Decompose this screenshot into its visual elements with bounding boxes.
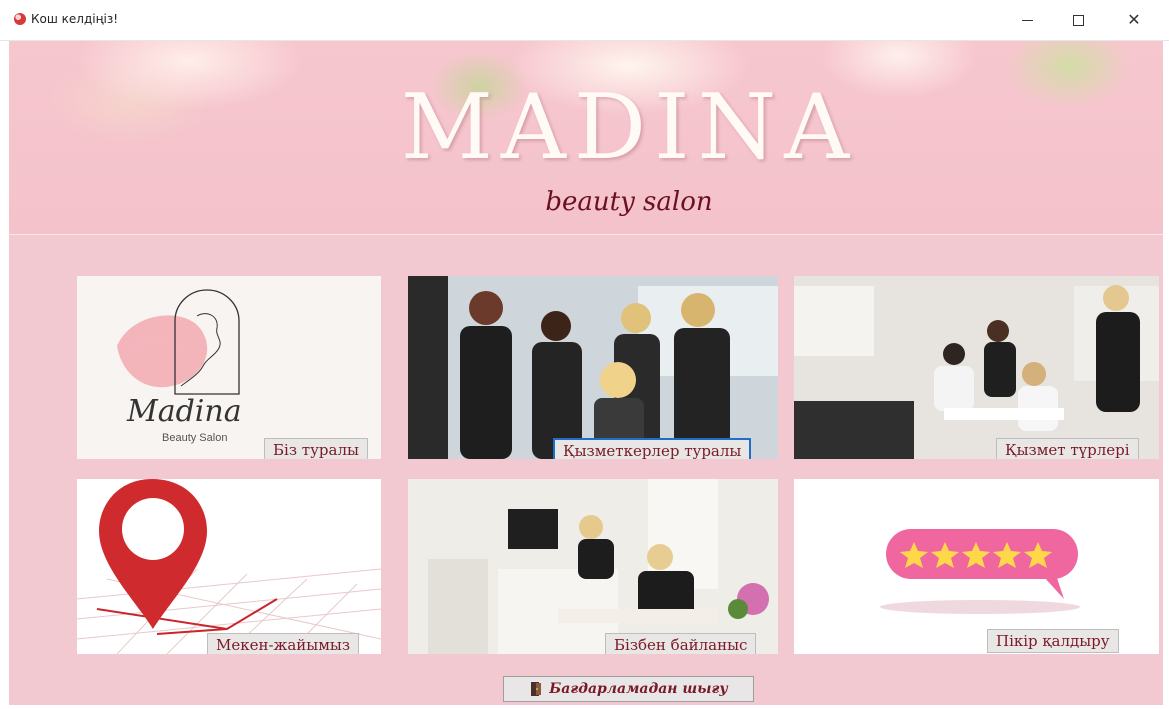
services-photo (794, 276, 1159, 459)
map-pin-image (77, 479, 381, 654)
logo-caption: Beauty Salon (162, 432, 227, 444)
staff-tile[interactable]: Қызметкерлер туралы (408, 276, 778, 459)
logo-image: Madina Beauty Salon (117, 289, 242, 444)
review-stars-image (794, 479, 1159, 654)
maximize-button[interactable] (1055, 6, 1101, 34)
app-icon (14, 13, 26, 25)
exit-label: Бағдарламадан шығу (549, 681, 728, 697)
minimize-icon (1021, 19, 1033, 21)
close-icon: ✕ (1127, 10, 1141, 29)
contact-tile[interactable]: Бізбен байланыс (408, 479, 778, 654)
exit-door-icon (531, 682, 542, 696)
window-title: Кош келдіңіз! (31, 12, 119, 26)
brand-tagline: beauty salon (545, 187, 713, 217)
contact-label[interactable]: Бізбен байланыс (605, 633, 757, 654)
services-label[interactable]: Қызмет түрлері (996, 438, 1139, 459)
maximize-icon (1072, 14, 1084, 26)
brand-title: MADINA (400, 75, 858, 180)
reception-photo (408, 479, 778, 654)
logo-script: Madina (126, 394, 242, 429)
exit-button[interactable]: Бағдарламадан шығу (503, 676, 754, 702)
about-label[interactable]: Біз туралы (264, 438, 368, 459)
banner-divider (9, 234, 1163, 235)
main-window: MADINA beauty salon Madina Beauty Salon … (9, 41, 1163, 705)
review-label[interactable]: Пікір қалдыру (987, 629, 1119, 653)
about-tile[interactable]: Madina Beauty Salon Біз туралы (77, 276, 381, 459)
review-tile[interactable]: Пікір қалдыру (794, 479, 1159, 654)
title-bar: Кош келдіңіз! ✕ (0, 0, 1169, 41)
services-tile[interactable]: Қызмет түрлері (794, 276, 1159, 459)
address-tile[interactable]: Мекен-жайымыз (77, 479, 381, 654)
staff-photo (408, 276, 778, 459)
header-banner: MADINA beauty salon (9, 41, 1163, 235)
close-button[interactable]: ✕ (1111, 6, 1157, 34)
address-label[interactable]: Мекен-жайымыз (207, 633, 360, 654)
minimize-button[interactable] (1004, 6, 1050, 34)
staff-label[interactable]: Қызметкерлер туралы (553, 438, 752, 459)
